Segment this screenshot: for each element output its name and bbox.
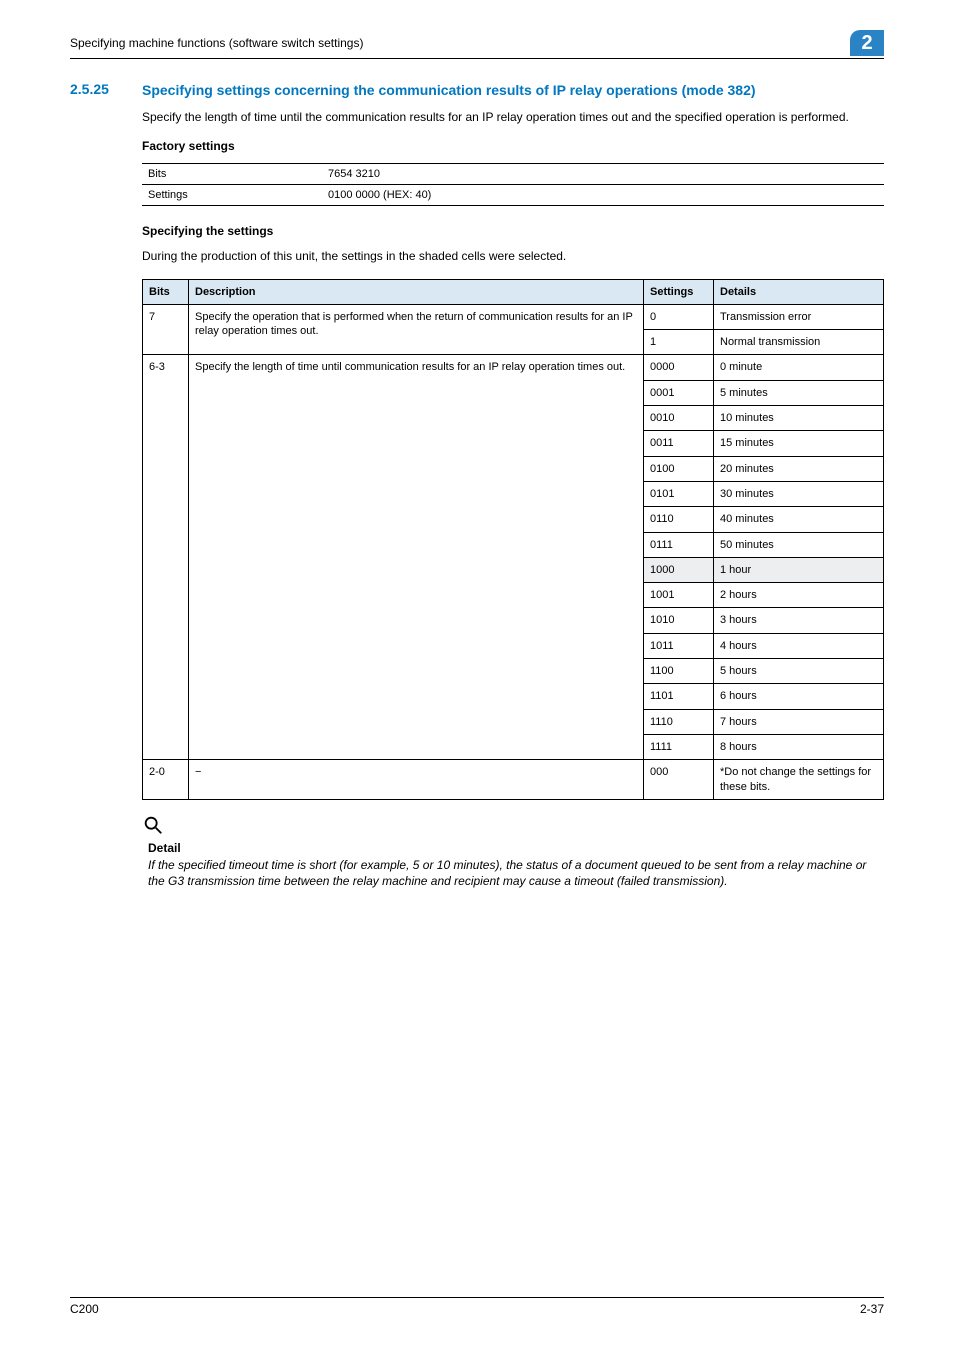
col-det: Details [714,279,884,304]
cell-det: Normal transmission [714,330,884,355]
detail-label: Detail [148,841,884,855]
cell-det: 2 hours [714,583,884,608]
cell-det: 3 hours [714,608,884,633]
cell-det: 20 minutes [714,456,884,481]
cell-set: 1111 [644,734,714,759]
cell-set: 1100 [644,659,714,684]
cell-bits: 2-0 [143,760,189,800]
cell-set: 1101 [644,684,714,709]
cell-set: 0110 [644,507,714,532]
cell-det: 10 minutes [714,406,884,431]
breadcrumb: Specifying machine functions (software s… [70,30,363,50]
cell-bits: 7 [143,304,189,355]
footer-right: 2-37 [860,1302,884,1316]
cell-desc: Specify the operation that is performed … [189,304,644,355]
table-row: Settings 0100 0000 (HEX: 40) [142,185,884,206]
cell-bits: 6-3 [143,355,189,760]
table-row: 7 Specify the operation that is performe… [143,304,884,329]
cell-det: 6 hours [714,684,884,709]
cell-desc: Specify the length of time until communi… [189,355,644,760]
cell-det: 4 hours [714,633,884,658]
section-intro: Specify the length of time until the com… [142,109,884,125]
cell-set: 0011 [644,431,714,456]
cell-det: 7 hours [714,709,884,734]
cell-set: 0010 [644,406,714,431]
magnifier-icon [142,814,164,839]
table-row: 6-3 Specify the length of time until com… [143,355,884,380]
page-header: Specifying machine functions (software s… [70,30,884,59]
cell-det: 15 minutes [714,431,884,456]
section-title: Specifying settings concerning the commu… [142,81,884,99]
factory-heading: Factory settings [142,139,884,153]
cell-set: 1000 [644,557,714,582]
cell-set: 000 [644,760,714,800]
factory-table: Bits 7654 3210 Settings 0100 0000 (HEX: … [142,163,884,206]
cell-set: 1001 [644,583,714,608]
chapter-badge: 2 [850,30,884,56]
detail-block: Detail If the specified timeout time is … [142,814,884,889]
cell-set: 1 [644,330,714,355]
cell-set: 1011 [644,633,714,658]
cell-det: 50 minutes [714,532,884,557]
cell-det: 5 hours [714,659,884,684]
col-bits: Bits [143,279,189,304]
table-header-row: Bits Description Settings Details [143,279,884,304]
cell-desc: − [189,760,644,800]
specifying-note: During the production of this unit, the … [142,248,884,264]
section-number: 2.5.25 [70,81,142,889]
cell-det: 5 minutes [714,380,884,405]
col-set: Settings [644,279,714,304]
cell-set: 0 [644,304,714,329]
factory-val: 0100 0000 (HEX: 40) [322,185,884,206]
cell-set: 1010 [644,608,714,633]
col-desc: Description [189,279,644,304]
cell-set: 0001 [644,380,714,405]
cell-set: 1110 [644,709,714,734]
table-row: Bits 7654 3210 [142,164,884,185]
cell-det: 1 hour [714,557,884,582]
spec-table: Bits Description Settings Details 7 Spec… [142,279,884,800]
cell-det: 8 hours [714,734,884,759]
page-footer: C200 2-37 [70,1297,884,1316]
cell-det: 40 minutes [714,507,884,532]
cell-det: *Do not change the settings for these bi… [714,760,884,800]
cell-set: 0101 [644,481,714,506]
cell-det: 30 minutes [714,481,884,506]
cell-set: 0100 [644,456,714,481]
footer-left: C200 [70,1302,99,1316]
specifying-heading: Specifying the settings [142,224,884,238]
factory-key: Settings [142,185,322,206]
cell-det: 0 minute [714,355,884,380]
factory-key: Bits [142,164,322,185]
detail-text: If the specified timeout time is short (… [148,857,884,889]
table-row: 2-0 − 000 *Do not change the settings fo… [143,760,884,800]
cell-set: 0000 [644,355,714,380]
cell-det: Transmission error [714,304,884,329]
factory-val: 7654 3210 [322,164,884,185]
cell-set: 0111 [644,532,714,557]
